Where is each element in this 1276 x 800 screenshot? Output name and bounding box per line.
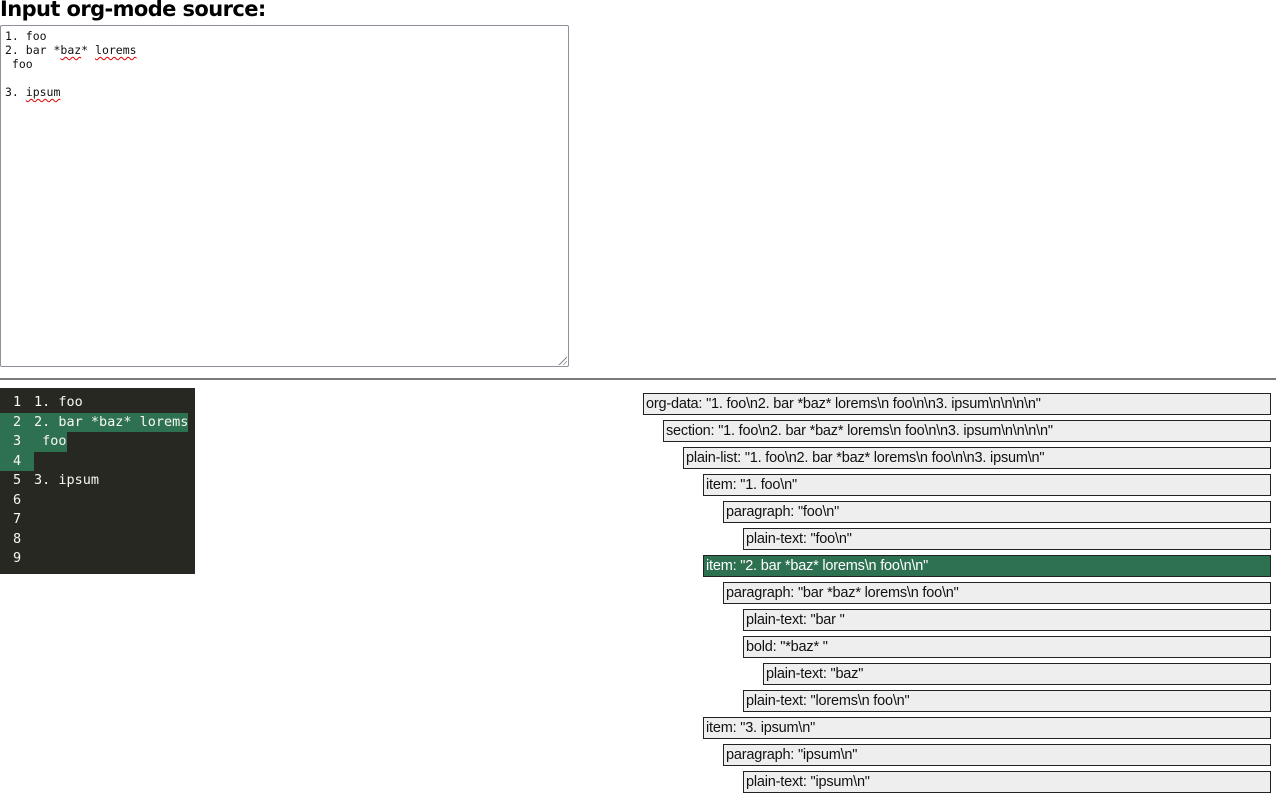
org-source-textarea[interactable]: 1. foo 2. bar *baz* lorems foo 3. ipsum — [0, 25, 569, 367]
org-source-text[interactable]: 1. foo 2. bar *baz* lorems foo 3. ipsum — [5, 29, 137, 99]
line-number: 2 — [0, 412, 34, 432]
source-text-segment: 2. bar * — [5, 43, 61, 57]
line-number: 4 — [0, 451, 34, 471]
tree-node[interactable]: paragraph: "foo\n" — [723, 501, 1271, 523]
resize-handle-icon[interactable] — [557, 355, 567, 365]
source-text-segment: 1. foo — [5, 29, 47, 43]
tree-node[interactable]: plain-text: "ipsum\n" — [743, 771, 1271, 793]
tree-node[interactable]: plain-text: "lorems\n foo\n" — [743, 690, 1271, 712]
code-text: 2. bar *baz* lorems — [34, 412, 189, 432]
line-number: 5 — [13, 472, 22, 488]
source-line: foo — [5, 57, 137, 71]
source-text-segment: foo — [5, 57, 33, 71]
line-number: 6 — [13, 491, 22, 508]
misspelled-word: ipsum — [25, 85, 61, 99]
line-number: 9 — [13, 550, 22, 566]
source-text-segment: * — [81, 43, 96, 57]
source-line: 2. bar *baz* lorems — [5, 43, 137, 57]
line-number: 7 — [13, 511, 22, 527]
line-number: 1 — [13, 394, 22, 410]
code-text: 3. ipsum — [34, 472, 100, 488]
tree-node[interactable]: plain-text: "bar " — [743, 609, 1271, 631]
tree-node[interactable]: section: "1. foo\n2. bar *baz* lorems\n … — [663, 420, 1271, 442]
section-divider — [0, 378, 1276, 380]
line-number: 8 — [13, 530, 22, 547]
tree-node[interactable]: plain-text: "foo\n" — [743, 528, 1271, 550]
tree-node[interactable]: plain-text: "baz" — [763, 663, 1271, 685]
tree-node[interactable]: item: "3. ipsum\n" — [703, 717, 1271, 739]
misspelled-word: lorems — [95, 43, 137, 57]
tree-node[interactable]: plain-list: "1. foo\n2. bar *baz* lorems… — [683, 447, 1271, 469]
code-text: foo — [34, 432, 67, 452]
tree-node[interactable]: bold: "*baz* " — [743, 636, 1271, 658]
page-title: Input org-mode source: — [0, 0, 266, 21]
tree-node[interactable]: org-data: "1. foo\n2. bar *baz* lorems\n… — [643, 393, 1271, 415]
tree-node-selected[interactable]: item: "2. bar *baz* lorems\n foo\n\n" — [703, 555, 1271, 577]
tree-node[interactable]: paragraph: "ipsum\n" — [723, 744, 1271, 766]
code-view: 1 1. foo 2 2. bar *baz* lorems 3 foo 4 5 3. ips… — [0, 388, 195, 574]
source-text-segment: 3. — [5, 85, 26, 99]
source-line: 3. ipsum — [5, 85, 137, 99]
misspelled-word: baz — [60, 43, 82, 57]
code-text: 1. foo — [34, 394, 83, 410]
line-number: 3 — [0, 432, 34, 452]
source-line: 1. foo — [5, 29, 137, 43]
source-line — [5, 71, 137, 85]
tree-node[interactable]: item: "1. foo\n" — [703, 474, 1271, 496]
tree-node[interactable]: paragraph: "bar *baz* lorems\n foo\n" — [723, 582, 1271, 604]
